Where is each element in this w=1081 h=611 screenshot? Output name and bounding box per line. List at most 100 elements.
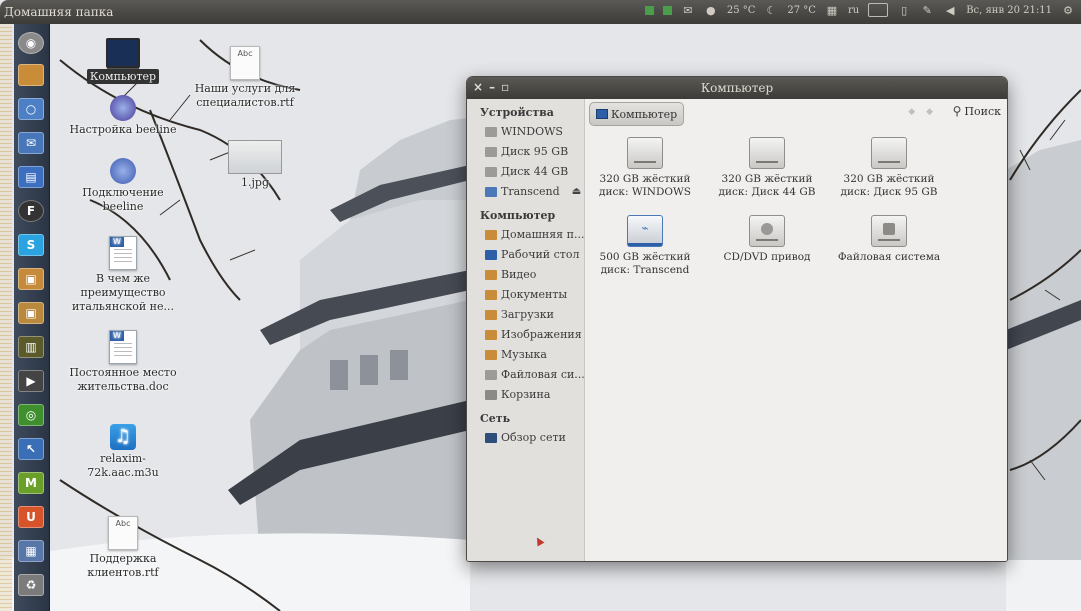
sidebar-item-pictures[interactable]: Изображения [467,325,584,345]
sidebar-item-disk-44[interactable]: Диск 44 GB [467,162,584,182]
navigation-arrows[interactable]: ◆ ◆ [908,107,937,117]
drive-item-cdrom[interactable]: CD/DVD привод [707,215,827,264]
drive-item-filesystem[interactable]: Файловая система [829,215,949,264]
sidebar-item-documents[interactable]: Документы [467,285,584,305]
music-note-icon: ♫ [110,424,136,450]
sidebar-item-label: Изображения [501,328,582,341]
temperature-2[interactable]: 27 °C [787,5,816,16]
mail-icon[interactable]: ✉ [18,132,44,154]
file-view: Компьютер ◆ ◆ ⚲ Поиск 320 GB жёсткий дис… [585,99,1007,561]
desktop-icon-doc-1[interactable]: W В чем же преимущество итальянской не..… [68,236,178,314]
green-indicator-icon[interactable] [644,5,654,15]
battery-icon[interactable]: ▯ [897,3,911,17]
green-indicator-icon[interactable] [662,5,672,15]
window-titlebar[interactable]: × – ▫ Компьютер [467,77,1007,99]
network-connect-icon [110,158,136,184]
sidebar-item-downloads[interactable]: Загрузки [467,305,584,325]
ubuntu-one-icon[interactable]: U [18,506,44,528]
ubuntu-logo-icon[interactable]: ◉ [18,32,44,54]
mouse-cursor-icon [533,535,545,547]
search-button[interactable]: ⚲ Поиск [953,104,1001,118]
drive-item-label: 500 GB жёсткий диск: Transcend [599,251,691,276]
hard-disk-icon [627,137,663,169]
drive-item-disk-44[interactable]: 320 GB жёсткий диск: Диск 44 GB [707,137,827,199]
green-app-icon[interactable]: ◎ [18,404,44,426]
drive-item-label: Файловая система [837,251,941,263]
minimize-icon[interactable]: – [489,80,495,94]
sidebar-item-transcend[interactable]: Transcend ⏏ [467,182,584,202]
gear-icon[interactable]: ⚙ [1061,3,1075,17]
sidebar-item-music[interactable]: Музыка [467,345,584,365]
cursor-app-icon[interactable]: ↖ [18,438,44,460]
terminal-icon[interactable]: ▶ [18,370,44,392]
desktop-icon-playlist[interactable]: ♫ relaxim-72k.aac.m3u [68,424,178,480]
sidebar: Устройства WINDOWS Диск 95 GB Диск 44 GB… [467,99,585,561]
downloads-folder-icon [485,309,497,320]
skype-icon[interactable]: S [18,234,44,256]
clock[interactable]: Вс, янв 20 21:11 [966,5,1052,16]
top-panel: Домашняя папка ✉ ● 25 °C ☾ 27 °C ▦ ru ▯ … [0,0,1081,24]
desktop-icon-image[interactable]: 1.jpg [200,140,310,190]
desktop-icon-rtf-2[interactable]: Abc Поддержка клиентов.rtf [68,516,178,580]
keyboard-layout[interactable]: ru [848,5,859,16]
desktop-icon-rtf[interactable]: Abc Наши услуги для специалистов.rtf [190,46,300,110]
package-icon[interactable]: ▣ [18,268,44,290]
launcher: ◉ ○ ✉ ▤ F S ▣ ▣ ▥ ▶ ◎ ↖ M U ▦ ♻ [14,24,50,611]
moon-icon[interactable]: ☾ [764,3,778,17]
mail-indicator-icon[interactable]: ✉ [681,3,695,17]
workspace-icon[interactable]: ▦ [18,540,44,562]
toolbar: Компьютер ◆ ◆ ⚲ Поиск [585,99,1007,129]
f-app-icon[interactable]: F [18,200,44,222]
usb-symbol: ⌁ [641,221,649,235]
computer-icon [106,38,140,68]
sidebar-item-label: Обзор сети [501,431,566,444]
browser-icon[interactable]: ○ [18,98,44,120]
desktop-icon-beeline-connect[interactable]: Подключение beeline [68,158,178,214]
package-install-icon[interactable]: ▣ [18,302,44,324]
sidebar-item-videos[interactable]: Видео [467,265,584,285]
drive-item-disk-95[interactable]: 320 GB жёсткий диск: Диск 95 GB [829,137,949,199]
network-icon[interactable] [868,3,889,17]
m-app-icon[interactable]: M [18,472,44,494]
weather-icon[interactable]: ● [704,3,718,17]
pictures-folder-icon [485,329,497,340]
word-badge: W [110,237,124,247]
keyboard-icon[interactable]: ▦ [825,3,839,17]
desktop-icon-doc-2[interactable]: W Постоянное место жительства.doc [68,330,178,394]
eject-icon[interactable]: ⏏ [572,186,581,197]
desktop-icon-beeline-settings[interactable]: Настройка beeline [68,95,178,137]
sidebar-item-filesystem[interactable]: Файловая си... [467,365,584,385]
volume-icon[interactable]: ◀ [943,3,957,17]
search-label: Поиск [964,104,1001,118]
home-folder-icon[interactable] [18,64,44,86]
sidebar-item-trash[interactable]: Корзина [467,385,584,405]
desktop-icon-computer[interactable]: Компьютер [68,38,178,84]
image-thumbnail-icon [228,140,282,174]
temperature-1[interactable]: 25 °C [727,5,756,16]
desktop-icon-label: Постоянное место жительства.doc [69,366,177,393]
desktop-icon-label: Компьютер [86,69,160,84]
trash-icon[interactable]: ♻ [18,574,44,596]
monitor-app-icon[interactable]: ▥ [18,336,44,358]
maximize-icon[interactable]: ▫ [501,80,509,94]
sidebar-item-browse-network[interactable]: Обзор сети [467,428,584,448]
sidebar-item-label: Рабочий стол [501,248,580,261]
breadcrumb-computer[interactable]: Компьютер [589,102,685,126]
hard-disk-icon [749,137,785,169]
word-document-icon: W [109,236,137,270]
sidebar-item-label: Диск 44 GB [501,165,569,178]
sidebar-item-desktop[interactable]: Рабочий стол [467,245,584,265]
sidebar-heading-devices: Устройства [480,106,554,119]
drive-item-transcend[interactable]: ⌁ 500 GB жёсткий диск: Transcend [585,215,705,277]
hard-disk-icon [871,137,907,169]
close-icon[interactable]: × [473,80,483,94]
drive-item-windows[interactable]: 320 GB жёсткий диск: WINDOWS [585,137,705,199]
desktop-icon-label: Подключение beeline [82,186,164,213]
pen-icon[interactable]: ✎ [920,3,934,17]
sidebar-item-home[interactable]: Домашняя п... [467,225,584,245]
sidebar-item-disk-95[interactable]: Диск 95 GB [467,142,584,162]
sidebar-heading-computer: Компьютер [480,209,556,222]
document-icon[interactable]: ▤ [18,166,44,188]
filesystem-icon [871,215,907,247]
sidebar-item-windows[interactable]: WINDOWS [467,122,584,142]
